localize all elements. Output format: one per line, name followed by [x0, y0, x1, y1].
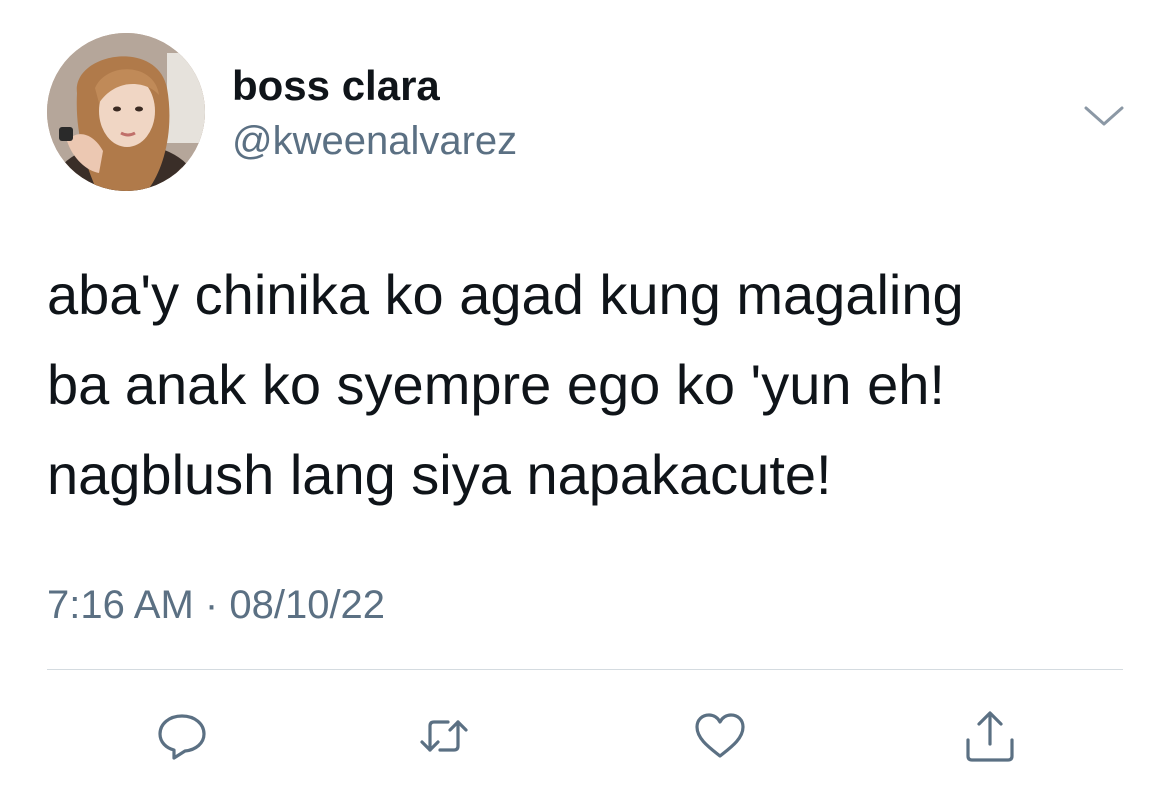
tweet-text-line: aba'y chinika ko agad kung magaling	[47, 263, 964, 326]
tweet-text: aba'y chinika ko agad kung magaling ba a…	[47, 250, 1127, 520]
tweet-date: 08/10/22	[229, 583, 386, 627]
avatar-photo	[47, 33, 205, 191]
avatar[interactable]	[47, 33, 205, 191]
reply-icon	[158, 714, 206, 760]
reply-button[interactable]	[152, 706, 212, 766]
share-icon	[966, 711, 1014, 762]
retweet-button[interactable]	[414, 706, 474, 766]
tweet-time: 7:16 AM	[47, 583, 194, 627]
share-button[interactable]	[960, 706, 1020, 766]
author-handle[interactable]: @kweenalvarez	[232, 116, 517, 166]
author-display-name[interactable]: boss clara	[232, 60, 440, 112]
timestamp-separator: ·	[204, 583, 219, 627]
chevron-down-icon[interactable]	[1080, 92, 1128, 140]
like-icon	[695, 713, 745, 758]
tweet-timestamp[interactable]: 7:16 AM · 08/10/22	[47, 580, 385, 630]
like-button[interactable]	[690, 706, 750, 766]
divider	[47, 669, 1123, 670]
tweet-text-line: nagblush lang siya napakacute!	[47, 443, 832, 506]
retweet-icon	[420, 720, 468, 752]
tweet-text-line: ba anak ko syempre ego ko 'yun eh!	[47, 353, 945, 416]
